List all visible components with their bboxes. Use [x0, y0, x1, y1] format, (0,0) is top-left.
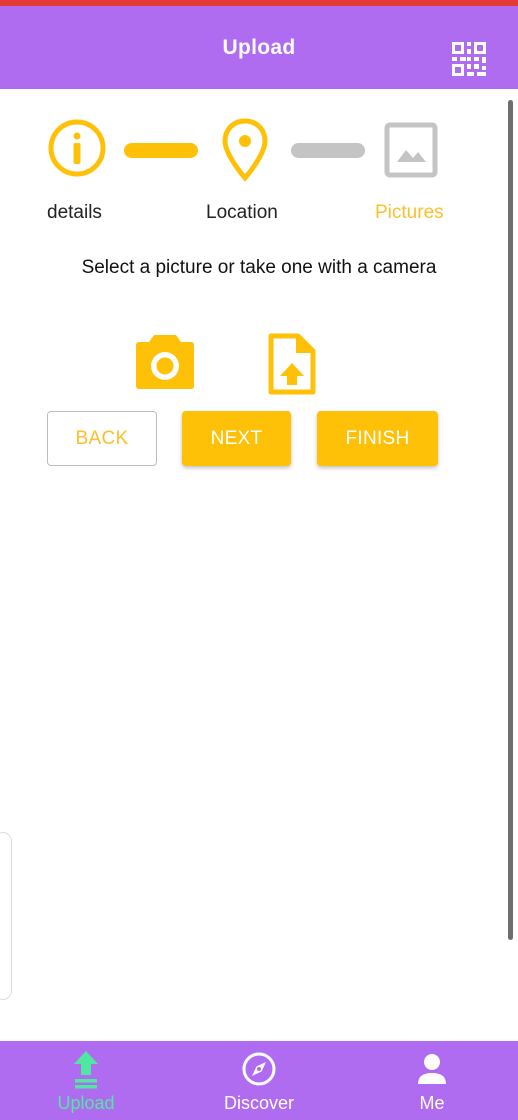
camera-icon[interactable]	[136, 333, 194, 394]
finish-button[interactable]: FINISH	[317, 411, 438, 466]
app-header: Upload	[0, 6, 518, 89]
nav-label-discover: Discover	[223, 1093, 294, 1113]
nav-item-upload[interactable]: Upload	[26, 1041, 146, 1120]
instruction-text: Select a picture or take one with a came…	[81, 257, 437, 278]
nav-label-me: Me	[419, 1093, 445, 1113]
location-pin-icon	[222, 118, 268, 187]
progress-stepper: details Location Pictures	[0, 110, 518, 230]
person-icon	[417, 1053, 447, 1090]
qr-code-icon[interactable]	[452, 42, 486, 76]
next-button[interactable]: NEXT	[182, 411, 291, 466]
step-connector-pending	[291, 143, 365, 158]
upload-icon	[72, 1049, 100, 1094]
info-icon	[47, 118, 107, 183]
image-icon	[384, 122, 438, 183]
bottom-navigation: Upload Discover Me	[0, 1041, 518, 1120]
compass-icon	[242, 1052, 276, 1091]
nav-label-upload: Upload	[57, 1093, 115, 1113]
step-label-location: Location	[206, 202, 278, 223]
scrollbar[interactable]	[508, 100, 513, 940]
edge-panel-handle[interactable]	[0, 832, 12, 1000]
step-label-details: details	[47, 202, 102, 223]
file-upload-icon[interactable]	[268, 333, 316, 400]
back-button[interactable]: BACK	[47, 411, 157, 466]
step-label-pictures: Pictures	[375, 202, 444, 223]
page-title: Upload	[222, 36, 296, 59]
step-connector-completed	[124, 143, 198, 158]
nav-item-discover[interactable]: Discover	[199, 1041, 319, 1120]
nav-item-me[interactable]: Me	[372, 1041, 492, 1120]
